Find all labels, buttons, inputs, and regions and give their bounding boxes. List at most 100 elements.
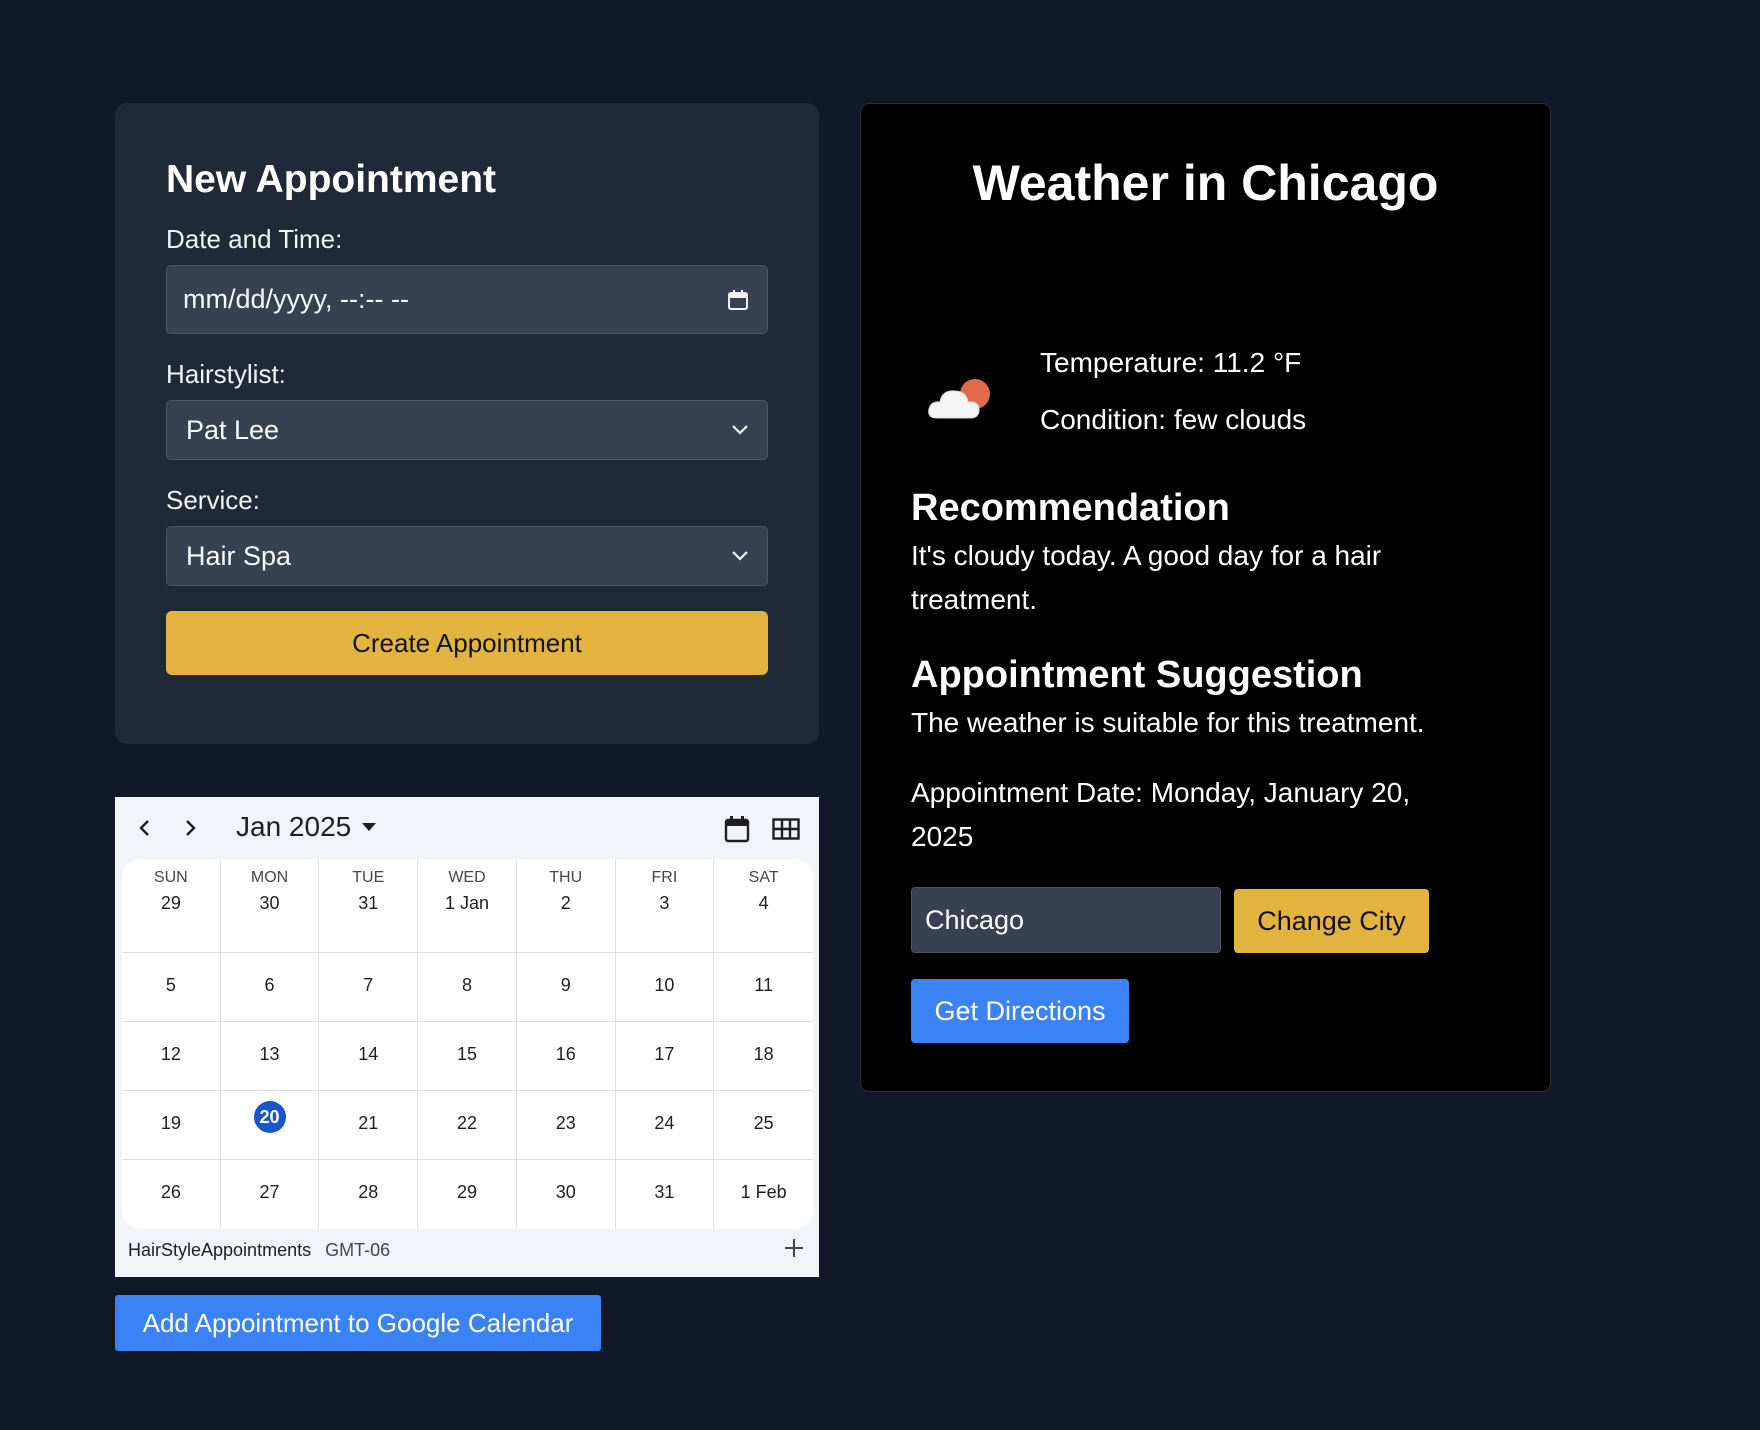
day-number: 13	[259, 1044, 280, 1064]
weekday-label: THU	[549, 869, 583, 886]
day-number: 16	[555, 1044, 576, 1064]
service-label: Service:	[166, 485, 260, 515]
datetime-input[interactable]: mm/dd/yyyy, --:-- --	[166, 265, 768, 334]
day-cell[interactable]: 16	[516, 1022, 616, 1091]
calendar-header: Jan 2025	[115, 797, 819, 859]
day-cell[interactable]: 28	[319, 1160, 419, 1229]
day-header-cell[interactable]: SUN 29	[122, 859, 221, 953]
temperature-text: Temperature: 11.2 °F	[1040, 347, 1302, 378]
stylist-select[interactable]: Pat Lee	[166, 400, 768, 460]
day-header-cell[interactable]: MON 30	[220, 859, 320, 953]
day-number: 5	[165, 975, 176, 995]
day-cell[interactable]: 6	[220, 953, 320, 1022]
day-number: 19	[160, 1113, 181, 1133]
day-cell[interactable]: 14	[319, 1022, 419, 1091]
recommendation-heading: Recommendation	[911, 487, 1230, 529]
day-number: 29	[456, 1182, 477, 1202]
day-cell[interactable]: 26	[122, 1160, 221, 1229]
day-number: 24	[654, 1113, 675, 1133]
day-cell[interactable]: 22	[418, 1091, 517, 1160]
weekday-label: SUN	[153, 869, 188, 886]
day-number: 25	[753, 1113, 774, 1133]
calendar-picker-icon[interactable]	[727, 289, 749, 311]
day-cell[interactable]: 13	[220, 1022, 320, 1091]
form-title: New Appointment	[166, 158, 497, 201]
add-to-google-calendar-button[interactable]: Add Appointment to Google Calendar	[115, 1295, 601, 1351]
day-cell[interactable]: 23	[516, 1091, 616, 1160]
day-number: 9	[560, 975, 571, 995]
day-header-cell[interactable]: TUE 31	[319, 859, 419, 953]
day-number: 30	[555, 1182, 576, 1202]
day-cell[interactable]: 15	[418, 1022, 517, 1091]
day-header-cell[interactable]: SAT 4	[714, 859, 813, 953]
weekday-label: SAT	[748, 869, 779, 886]
day-cell[interactable]: 5	[122, 953, 221, 1022]
today-day-number: 20	[253, 1101, 286, 1133]
chevron-down-icon	[731, 424, 749, 436]
day-cell[interactable]: 19	[122, 1091, 221, 1160]
day-number: 8	[461, 975, 472, 995]
day-number: 31	[358, 893, 379, 913]
day-cell[interactable]: 8	[418, 953, 517, 1022]
day-number: 31	[654, 1182, 675, 1202]
weather-card: Weather in Chicago Temperature: 11.2 °F …	[860, 103, 1551, 1092]
day-number: 10	[654, 975, 675, 995]
day-cell[interactable]: 29	[418, 1160, 517, 1229]
day-number: 26	[160, 1182, 181, 1202]
weekday-label: MON	[250, 869, 289, 886]
weekday-label: FRI	[651, 869, 678, 886]
calendar-footer: HairStyleAppointments GMT-06	[128, 1240, 390, 1261]
day-number: 21	[358, 1113, 379, 1133]
month-grid: SUN 29 MON 30 TUE 31 WED 1 Jan THU 2 FRI 3 SAT 4 5 6 7 8 9…	[122, 859, 813, 1229]
day-cell[interactable]: 24	[615, 1091, 715, 1160]
stylist-value: Pat Lee	[186, 414, 280, 445]
create-appointment-button[interactable]: Create Appointment	[166, 611, 768, 675]
day-cell[interactable]: 17	[615, 1022, 715, 1091]
day-cell[interactable]: 27	[221, 1160, 320, 1229]
day-cell[interactable]: 30	[517, 1160, 616, 1229]
day-cell[interactable]: 31	[616, 1160, 715, 1229]
day-cell[interactable]: 9	[516, 953, 616, 1022]
calendar-name: HairStyleAppointments	[128, 1240, 312, 1260]
month-selector[interactable]: Jan 2025	[236, 811, 377, 843]
next-month-icon[interactable]	[182, 817, 198, 839]
day-header-cell[interactable]: FRI 3	[615, 859, 715, 953]
grid-view-icon[interactable]	[772, 818, 800, 840]
add-calendar-icon[interactable]	[783, 1237, 805, 1264]
day-cell[interactable]: 21	[319, 1091, 419, 1160]
day-header-cell[interactable]: THU 2	[516, 859, 616, 953]
calendar-view-icon[interactable]	[724, 815, 750, 843]
day-cell[interactable]: 25	[714, 1091, 813, 1160]
day-cell[interactable]: 18	[714, 1022, 813, 1091]
day-cell[interactable]: 12	[122, 1022, 221, 1091]
day-number: 12	[160, 1044, 181, 1064]
day-number: 14	[358, 1044, 379, 1064]
weekday-label: WED	[448, 869, 486, 886]
timezone-label: GMT-06	[325, 1240, 391, 1260]
month-label: Jan 2025	[236, 811, 352, 842]
prev-month-icon[interactable]	[137, 817, 153, 839]
city-input[interactable]: Chicago	[911, 887, 1221, 953]
datetime-label: Date and Time:	[166, 224, 343, 254]
get-directions-button[interactable]: Get Directions	[911, 979, 1129, 1043]
appointment-form-card: New Appointment Date and Time: mm/dd/yyy…	[115, 103, 819, 744]
day-number: 3	[659, 893, 670, 913]
day-header-cell[interactable]: WED 1 Jan	[418, 859, 517, 953]
service-select[interactable]: Hair Spa	[166, 526, 768, 586]
day-cell[interactable]: 11	[714, 953, 813, 1022]
day-cell[interactable]: 7	[319, 953, 419, 1022]
day-number: 23	[555, 1113, 576, 1133]
weekday-label: TUE	[352, 869, 385, 886]
day-cell[interactable]: 20	[220, 1091, 320, 1160]
appointment-date-text: Appointment Date: Monday, January 20, 20…	[911, 777, 1411, 852]
day-cell[interactable]: 10	[615, 953, 715, 1022]
stylist-label: Hairstylist:	[166, 359, 286, 389]
day-number: 18	[753, 1044, 774, 1064]
city-input-value: Chicago	[925, 904, 1025, 935]
day-number: 15	[456, 1044, 477, 1064]
chevron-down-icon	[731, 550, 749, 562]
change-city-button[interactable]: Change City	[1234, 889, 1429, 953]
weather-title: Weather in Chicago	[972, 155, 1439, 211]
day-cell[interactable]: 1 Feb	[714, 1160, 813, 1229]
suggestion-heading: Appointment Suggestion	[911, 654, 1363, 696]
